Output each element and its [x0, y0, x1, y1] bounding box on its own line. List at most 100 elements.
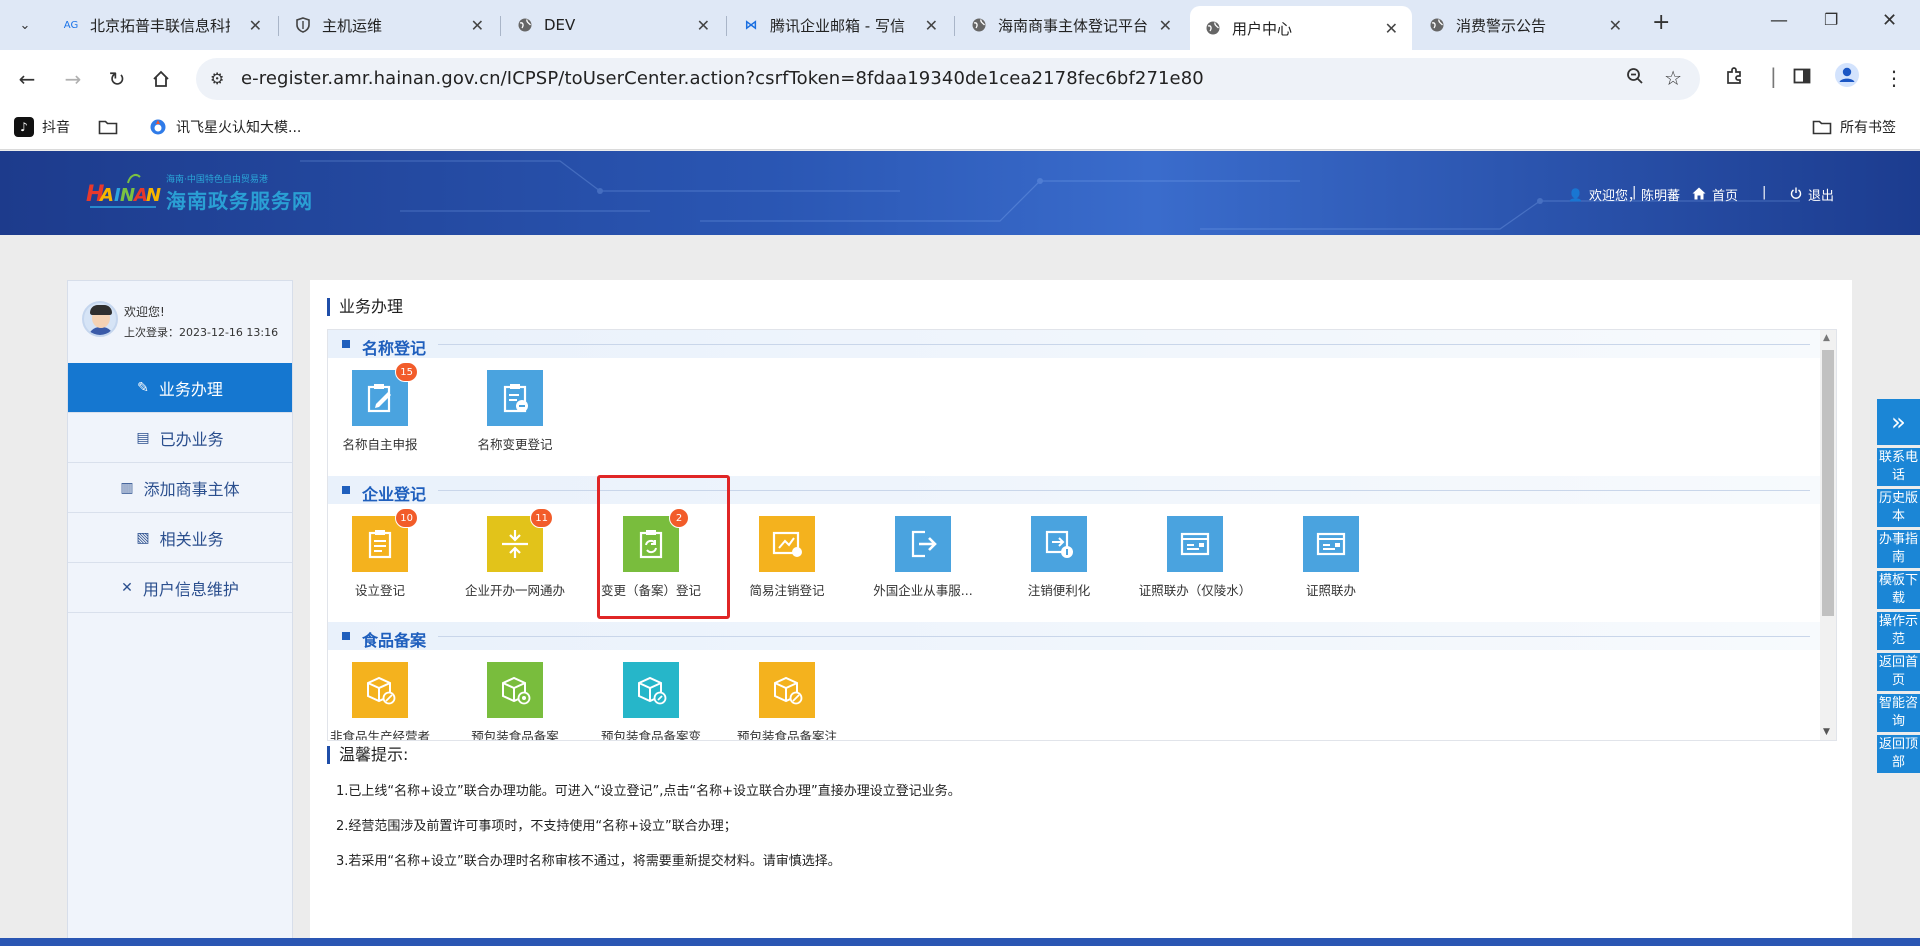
restore-icon[interactable]: ❐ [1824, 10, 1838, 29]
scroll-down-arrow-icon[interactable]: ▼ [1823, 727, 1830, 737]
bookmark-star-icon[interactable]: ☆ [1664, 66, 1682, 90]
all-bookmarks[interactable]: 所有书签 [1812, 117, 1896, 137]
section-header-enterprise-registration: 企业登记 [328, 476, 1822, 504]
double-chevron-right-icon[interactable]: » [1877, 399, 1920, 445]
service-prepack-food-change[interactable]: 预包装食品备案变 [589, 662, 713, 740]
tab-search-chevron-icon[interactable]: ⌄ [8, 8, 42, 42]
section-header-name-registration: 名称登记 [328, 330, 1822, 358]
bookmark-folder[interactable] [98, 117, 126, 137]
profile-avatar-icon[interactable] [1834, 62, 1860, 93]
tile-box-cancel-icon [352, 662, 408, 718]
sidebar-item-done[interactable]: ▤ 已办业务 [68, 413, 292, 463]
bookmark-xunfei[interactable]: 讯飞星火认知大模... [148, 117, 301, 137]
close-icon[interactable]: ✕ [1609, 16, 1622, 35]
sidebar-item-label: 业务办理 [158, 379, 223, 399]
reload-icon[interactable]: ↻ [102, 64, 132, 94]
sidebar-menu: ✎ 业务办理 ▤ 已办业务 ▥ 添加商事主体 ▧ 相关业务 ✕ 用户信息维护 [68, 363, 292, 613]
bottom-footer-strip [0, 938, 1920, 946]
browser-tab[interactable]: 主机运维 ✕ [280, 6, 498, 44]
sidebar-item-business[interactable]: ✎ 业务办理 [68, 363, 292, 413]
service-label: 证照联办（仅陵水） [1138, 583, 1252, 598]
close-icon[interactable]: ✕ [1159, 16, 1172, 35]
tile-exit-arrow-icon [895, 516, 951, 572]
float-demo[interactable]: 操作示范 [1877, 612, 1920, 650]
close-icon[interactable]: ✕ [925, 16, 938, 35]
right-float-bar: » 联系电话 历史版本 办事指南 模板下载 操作示范 返回首页 智能咨询 返回顶… [1877, 399, 1920, 773]
sidebar-item-related[interactable]: ▧ 相关业务 [68, 513, 292, 563]
browser-tab[interactable]: ⋈ 腾讯企业邮箱 - 写信 ✕ [728, 6, 952, 44]
service-establish[interactable]: 10 设立登记 [328, 508, 442, 599]
site-logo[interactable]: H A I N A N 海南·中国特色自由贸易港 海南政务服务网 [84, 171, 313, 215]
home-icon [1692, 187, 1706, 203]
service-name-change[interactable]: 名称变更登记 [453, 370, 577, 453]
url-text[interactable]: e-register.amr.hainan.gov.cn/ICPSP/toUse… [241, 68, 1204, 89]
sidebar-item-add-entity[interactable]: ▥ 添加商事主体 [68, 463, 292, 513]
service-license-joint[interactable]: 证照联办 [1269, 516, 1393, 599]
service-label: 注销便利化 [1027, 583, 1091, 598]
float-back-to-top[interactable]: 返回顶部 [1877, 735, 1920, 773]
side-panel-icon[interactable] [1792, 66, 1812, 91]
service-deregister-facilitation[interactable]: 注销便利化 [997, 516, 1121, 599]
service-one-stop[interactable]: 11 企业开办一网通办 [453, 508, 577, 599]
float-guide[interactable]: 办事指南 [1877, 530, 1920, 568]
float-template-download[interactable]: 模板下载 [1877, 571, 1920, 609]
tile-box-settings-icon [487, 662, 543, 718]
browser-tab[interactable]: DEV ✕ [502, 6, 724, 44]
scrollbar-thumb[interactable] [1822, 350, 1834, 616]
service-label: 预包装食品备案注 [736, 729, 837, 741]
service-foreign-enterprise[interactable]: 外国企业从事服... [861, 516, 985, 599]
header-logout-link[interactable]: 退出 [1790, 185, 1920, 204]
shield-icon [294, 16, 312, 34]
browser-tab[interactable]: 消费警示公告 ✕ [1414, 6, 1636, 44]
float-contact-phone[interactable]: 联系电话 [1877, 448, 1920, 486]
svg-text:A: A [98, 185, 114, 206]
scroll-up-arrow-icon[interactable]: ▲ [1823, 333, 1830, 343]
home-icon[interactable] [146, 64, 176, 94]
service-prepack-food-filing[interactable]: 预包装食品备案 [453, 662, 577, 740]
sidebar-item-label: 用户信息维护 [142, 579, 239, 599]
address-bar[interactable]: ⚙ e-register.amr.hainan.gov.cn/ICPSP/toU… [196, 58, 1700, 100]
extensions-icon[interactable] [1724, 66, 1744, 91]
bookmarks-bar: ♪ 抖音 讯飞星火认知大模... 所有书签 [0, 108, 1920, 150]
more-menu-icon[interactable]: ⋮ [1884, 66, 1904, 90]
forward-arrow-icon[interactable]: → [58, 64, 88, 94]
section-title: 食品备案 [362, 631, 427, 650]
back-arrow-icon[interactable]: ← [12, 64, 42, 94]
service-label: 简易注销登记 [749, 583, 825, 598]
browser-toolbar: ← → ↻ ⚙ e-register.amr.hainan.gov.cn/ICP… [0, 50, 1920, 108]
bookmark-douyin[interactable]: ♪ 抖音 [14, 117, 70, 137]
mail-icon: ⋈ [744, 17, 758, 33]
tiktok-icon: ♪ [14, 117, 34, 137]
close-icon[interactable]: ✕ [249, 16, 262, 35]
site-settings-icon[interactable]: ⚙ [210, 69, 224, 88]
document-search-icon: ▧ [136, 529, 150, 546]
service-non-food-operator[interactable]: 非食品生产经营者 [328, 662, 442, 740]
float-home[interactable]: 返回首页 [1877, 653, 1920, 691]
minimize-icon[interactable]: — [1770, 10, 1788, 31]
browser-tab-active[interactable]: 用户中心 ✕ [1190, 6, 1412, 50]
tile-clipboard-icon: 10 [352, 508, 418, 572]
close-icon[interactable]: ✕ [471, 16, 484, 35]
service-name-self-declare[interactable]: 15 名称自主申报 [328, 362, 442, 453]
tab-title: 北京拓普丰联信息科技 [90, 16, 230, 35]
user-icon: 👤 [1568, 187, 1583, 202]
close-icon[interactable]: ✕ [697, 16, 710, 35]
section-header-food-filing: 食品备案 [328, 622, 1822, 650]
service-simple-deregister[interactable]: 简易注销登记 [725, 516, 849, 599]
panel-scrollbar[interactable]: ▲ ▼ [1820, 330, 1836, 740]
service-prepack-food-cancel[interactable]: 预包装食品备案注 [725, 662, 849, 741]
bookmark-label: 抖音 [42, 120, 70, 136]
window-close-icon[interactable]: ✕ [1882, 10, 1897, 31]
browser-tab[interactable]: AG 北京拓普丰联信息科技 ✕ [48, 6, 276, 44]
float-history-version[interactable]: 历史版本 [1877, 489, 1920, 527]
logo-title: 海南政务服务网 [166, 189, 313, 213]
float-smart-consult[interactable]: 智能咨询 [1877, 694, 1920, 732]
sidebar-item-user-info[interactable]: ✕ 用户信息维护 [68, 563, 292, 613]
zoom-icon[interactable] [1626, 67, 1644, 90]
close-icon[interactable]: ✕ [1385, 19, 1398, 38]
service-license-joint-lingshui[interactable]: 证照联办（仅陵水） [1133, 516, 1257, 599]
service-label: 证照联办 [1305, 583, 1356, 598]
new-tab-plus-icon[interactable]: + [1652, 10, 1670, 35]
browser-tab[interactable]: 海南商事主体登记平台 ✕ [956, 6, 1186, 44]
tile-box-edit-icon [623, 662, 679, 718]
